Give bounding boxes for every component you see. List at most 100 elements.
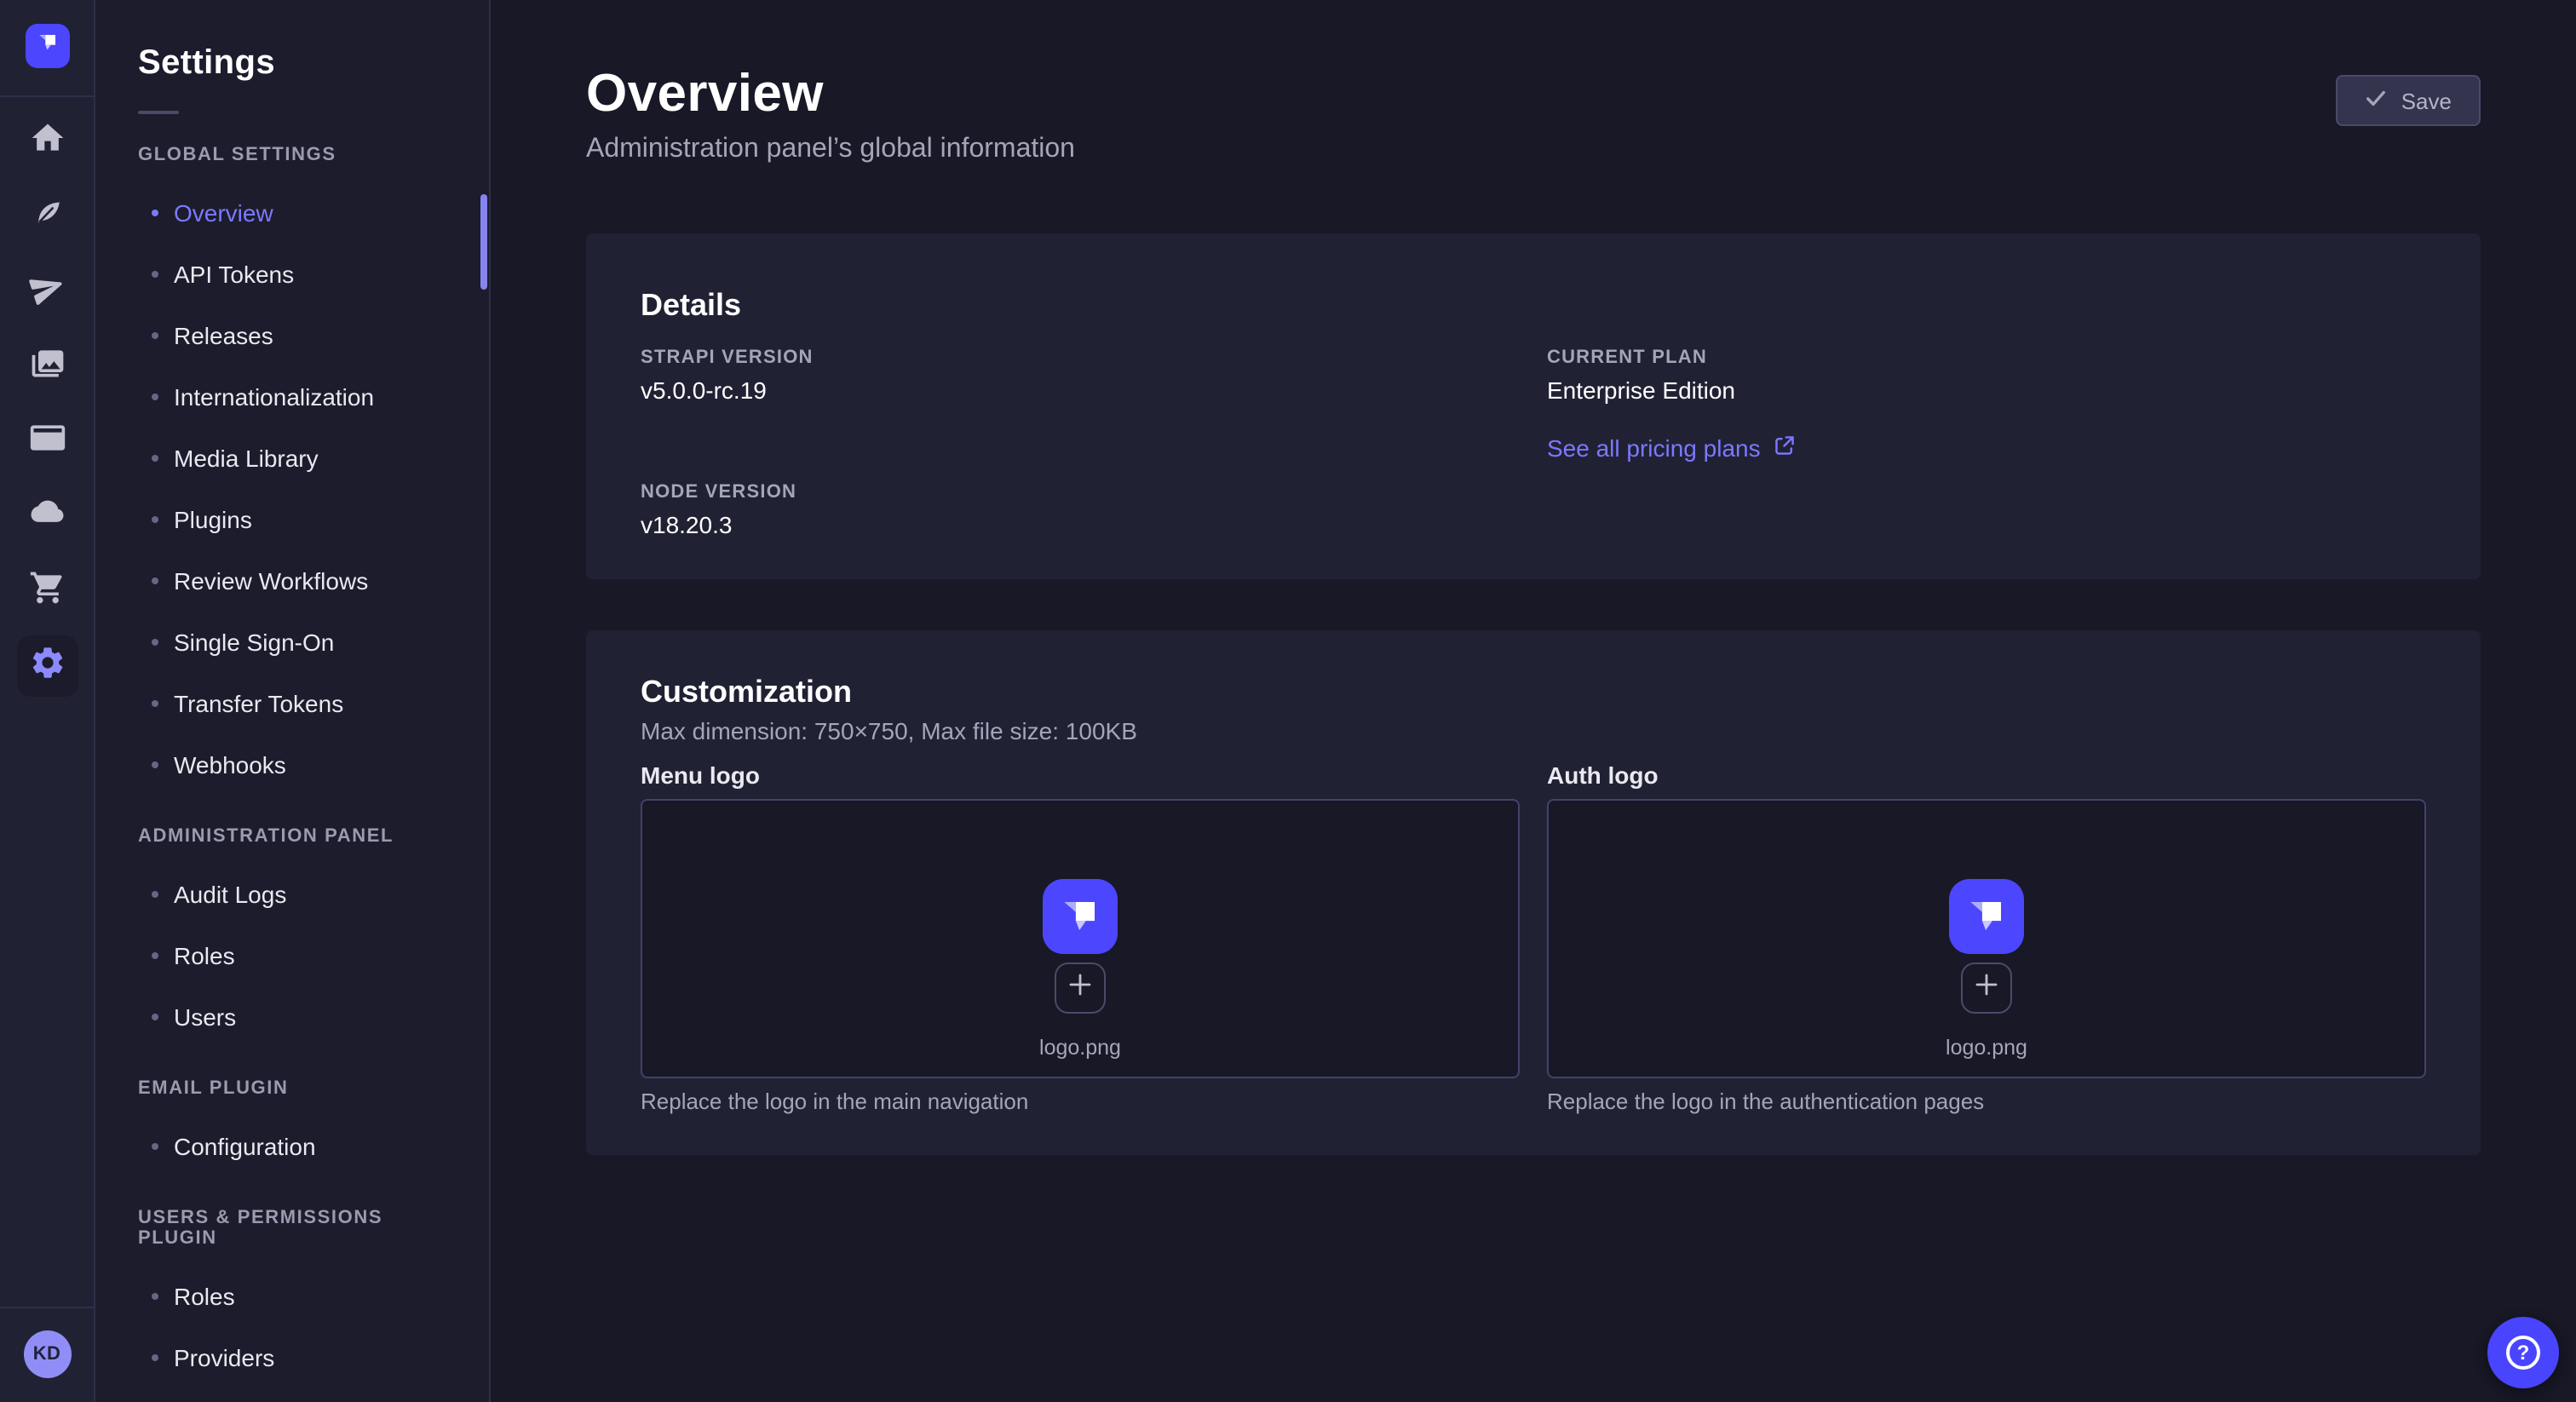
check-icon <box>2366 87 2388 114</box>
sidebar-item-label: Single Sign-On <box>174 629 334 656</box>
customization-card: Customization Max dimension: 750×750, Ma… <box>586 630 2481 1155</box>
media-library-nav-button[interactable] <box>16 336 78 397</box>
sidebar-section-items: Roles Providers <box>95 1266 489 1388</box>
auth-logo-preview <box>1949 879 2024 954</box>
sidebar-section-items: OverviewAPI Tokens Releases Internationali… <box>95 182 489 796</box>
menu-logo-upload-box[interactable]: logo.png <box>641 799 1520 1078</box>
pricing-plans-link[interactable]: See all pricing plans <box>1547 434 1797 462</box>
bullet-icon <box>152 394 158 400</box>
sidebar-item-roles[interactable]: Roles <box>95 1266 489 1327</box>
plus-icon <box>1068 972 1092 1004</box>
strapi-version-label: STRAPI VERSION <box>641 348 1520 368</box>
auth-logo-add-button[interactable] <box>1961 962 2012 1014</box>
sidebar-item-webhooks[interactable]: Webhooks <box>95 734 489 796</box>
cart-icon <box>28 568 66 614</box>
content-builder-nav-button[interactable] <box>16 186 78 247</box>
sidebar-section-label-email-plugin: EMAIL PLUGIN <box>138 1078 446 1099</box>
pricing-link-label: See all pricing plans <box>1547 434 1761 462</box>
question-mark-icon: ? <box>2506 1336 2540 1370</box>
sidebar-item-users[interactable]: Users <box>95 986 489 1048</box>
cloud-nav-button[interactable] <box>16 486 78 547</box>
sidebar-item-providers[interactable]: Providers <box>95 1327 489 1388</box>
bullet-icon <box>152 952 158 959</box>
bullet-icon <box>152 761 158 768</box>
strapi-logo-button[interactable] <box>25 24 69 68</box>
save-button[interactable]: Save <box>2337 75 2481 126</box>
sidebar-item-label: Providers <box>174 1344 274 1371</box>
menu-logo-label: Menu logo <box>641 761 1520 789</box>
sidebar-item-review-workflows[interactable]: Review Workflows <box>95 550 489 612</box>
strapi-logo-icon <box>32 26 62 66</box>
feather-icon <box>28 193 66 239</box>
sidebar-section-items: Audit Logs Roles Users <box>95 864 489 1048</box>
subnav-section-list: GLOBAL SETTINGS OverviewAPI Tokens Release… <box>95 145 489 1402</box>
sidebar-item-releases[interactable]: Releases <box>95 305 489 366</box>
logo-inputs-grid: Menu logo <box>641 761 2426 1114</box>
sidebar-item-media-library[interactable]: Media Library <box>95 428 489 489</box>
auth-logo-label: Auth logo <box>1547 761 2426 789</box>
details-heading: Details <box>641 288 2426 324</box>
bullet-icon <box>152 210 158 216</box>
strapi-version-field: STRAPI VERSION v5.0.0-rc.19 <box>641 348 1520 404</box>
sidebar-item-overview[interactable]: Overview <box>95 182 489 244</box>
sidebar-item-label: Webhooks <box>174 751 286 779</box>
media-library-icon <box>28 343 66 389</box>
content-manager-nav-button[interactable] <box>16 411 78 472</box>
rail-bottom-divider <box>0 1307 95 1308</box>
sidebar-item-label: Audit Logs <box>174 881 286 908</box>
sidebar-item-label: Plugins <box>174 506 252 533</box>
menu-logo-hint: Replace the logo in the main navigation <box>641 1089 1520 1114</box>
bullet-icon <box>152 271 158 278</box>
main-nav-rail: KD <box>0 0 95 1402</box>
sidebar-item-api-tokens[interactable]: API Tokens <box>95 244 489 305</box>
subnav-title: Settings <box>138 44 446 83</box>
node-version-label: NODE VERSION <box>641 482 1520 503</box>
auth-logo-hint: Replace the logo in the authentication p… <box>1547 1089 2426 1114</box>
deploy-nav-button[interactable] <box>16 261 78 322</box>
strapi-version-value: v5.0.0-rc.19 <box>641 376 1520 404</box>
strapi-admin-app: KD Settings GLOBAL SETTINGSOverviewAPI T… <box>0 0 2576 1402</box>
current-plan-field: CURRENT PLAN Enterprise Edition <box>1547 348 2426 404</box>
save-button-label: Save <box>2401 88 2452 113</box>
auth-logo-file-name: logo.png <box>1946 1036 2027 1060</box>
auth-logo-input: Auth logo <box>1547 761 2426 1114</box>
bullet-icon <box>152 639 158 646</box>
sidebar-item-plugins[interactable]: Plugins <box>95 489 489 550</box>
sidebar-item-single-sign-on[interactable]: Single Sign-On <box>95 612 489 673</box>
page-title: Overview <box>586 61 1075 124</box>
cloud-icon <box>28 493 66 539</box>
plus-icon <box>1975 972 1998 1004</box>
marketplace-nav-button[interactable] <box>16 560 78 622</box>
user-avatar[interactable]: KD <box>23 1330 71 1378</box>
paper-plane-icon <box>28 268 66 314</box>
sidebar-item-label: Review Workflows <box>174 567 368 595</box>
bullet-icon <box>152 891 158 898</box>
bullet-icon <box>152 1354 158 1361</box>
main-content: Overview Administration panel’s global i… <box>491 0 2576 1402</box>
bullet-icon <box>152 700 158 707</box>
menu-logo-add-button[interactable] <box>1055 962 1106 1014</box>
sidebar-item-label: Releases <box>174 322 273 349</box>
sidebar-item-label: Roles <box>174 1283 235 1310</box>
subnav-scrollbar-thumb[interactable] <box>480 194 487 290</box>
bullet-icon <box>152 1293 158 1300</box>
auth-logo-upload-box[interactable]: logo.png <box>1547 799 2426 1078</box>
rail-divider <box>0 95 95 97</box>
sidebar-item-internationalization[interactable]: Internationalization <box>95 366 489 428</box>
customization-heading: Customization <box>641 675 2426 710</box>
sidebar-item-label: Users <box>174 1003 236 1031</box>
customization-subtitle: Max dimension: 750×750, Max file size: 1… <box>641 717 2426 744</box>
sidebar-item-roles[interactable]: Roles <box>95 925 489 986</box>
home-icon <box>28 118 66 164</box>
settings-nav-button[interactable] <box>16 635 78 697</box>
details-left-column: STRAPI VERSION v5.0.0-rc.19 NODE VERSION… <box>641 348 1520 538</box>
rail-bottom: KD <box>0 1307 94 1402</box>
help-button[interactable]: ? <box>2487 1317 2559 1388</box>
sidebar-item-transfer-tokens[interactable]: Transfer Tokens <box>95 673 489 734</box>
sidebar-item-audit-logs[interactable]: Audit Logs <box>95 864 489 925</box>
bullet-icon <box>152 332 158 339</box>
home-nav-button[interactable] <box>16 111 78 172</box>
details-grid: STRAPI VERSION v5.0.0-rc.19 NODE VERSION… <box>641 348 2426 538</box>
sidebar-item-configuration[interactable]: Configuration <box>95 1116 489 1177</box>
sidebar-section-label-global-settings: GLOBAL SETTINGS <box>138 145 446 165</box>
